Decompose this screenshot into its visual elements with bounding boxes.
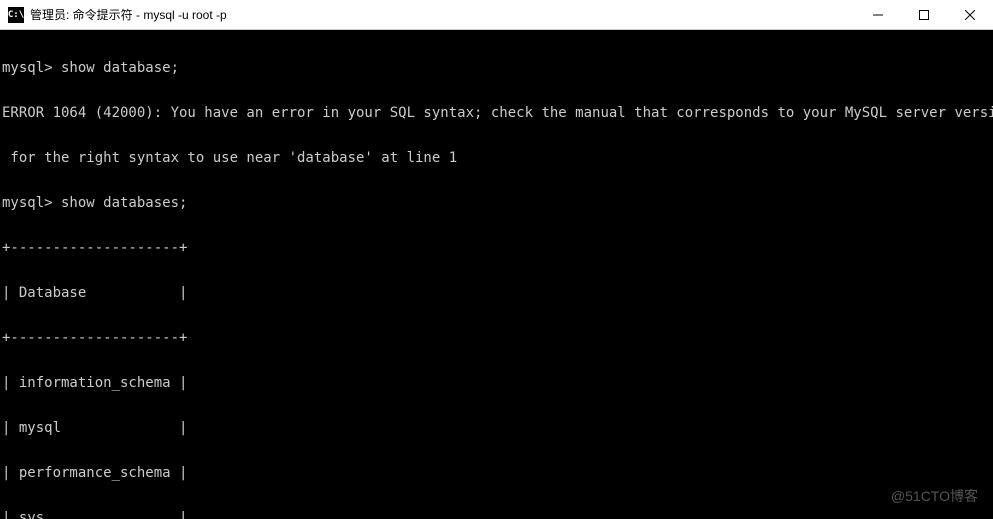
window-title: 管理员: 命令提示符 - mysql -u root -p [30,6,227,23]
close-button[interactable] [947,0,993,29]
terminal-line: | performance_schema | [2,466,991,481]
terminal-line: | sys | [2,511,991,519]
terminal-line: mysql> show databases; [2,196,991,211]
terminal-line: +--------------------+ [2,331,991,346]
terminal-body[interactable]: mysql> show database; ERROR 1064 (42000)… [0,30,993,519]
maximize-button[interactable] [901,0,947,29]
console-window: C:\ 管理员: 命令提示符 - mysql -u root -p mysql>… [0,0,993,519]
terminal-line: mysql> show database; [2,61,991,76]
terminal-line: ERROR 1064 (42000): You have an error in… [2,106,991,121]
terminal-line: | information_schema | [2,376,991,391]
maximize-icon [919,10,929,20]
window-controls [855,0,993,29]
minimize-button[interactable] [855,0,901,29]
terminal-line: for the right syntax to use near 'databa… [2,151,991,166]
terminal-line: | mysql | [2,421,991,436]
terminal-line: +--------------------+ [2,241,991,256]
terminal-line: | Database | [2,286,991,301]
minimize-icon [873,10,883,20]
close-icon [965,10,975,20]
cmd-icon: C:\ [8,7,24,23]
titlebar[interactable]: C:\ 管理员: 命令提示符 - mysql -u root -p [0,0,993,30]
titlebar-left: C:\ 管理员: 命令提示符 - mysql -u root -p [0,6,227,23]
watermark: @51CTO博客 [891,489,978,504]
